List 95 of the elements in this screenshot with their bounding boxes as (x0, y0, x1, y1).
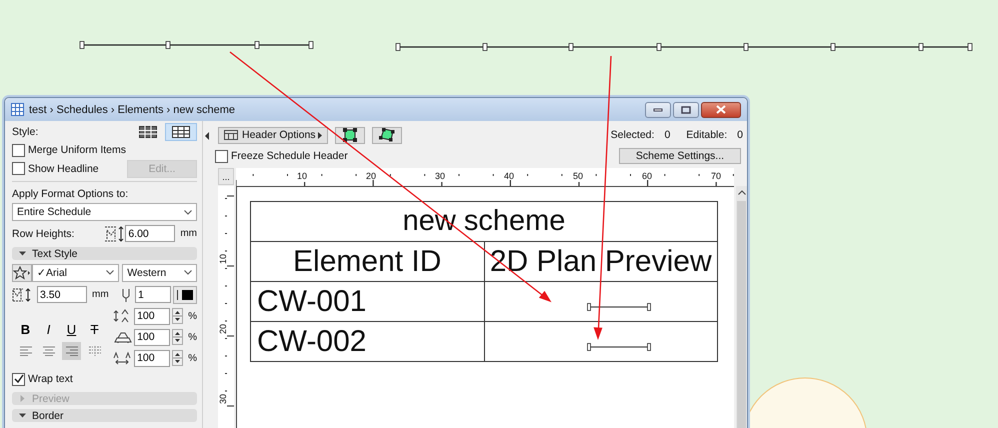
chevron-down-icon (184, 210, 192, 214)
minimize-button[interactable] (645, 102, 671, 118)
format-button[interactable]: U (62, 320, 81, 338)
align-icon (88, 346, 100, 356)
checkmark-icon (14, 374, 24, 384)
polygon-icon (379, 128, 395, 142)
table-cell: CW-002 (250, 322, 484, 362)
close-button[interactable] (701, 102, 741, 118)
ruler-label: 70 (711, 171, 722, 181)
collapse-arrow-icon[interactable] (205, 132, 210, 140)
ruler-label: 60 (642, 171, 652, 181)
spinner-button[interactable] (172, 350, 184, 366)
column-header: Element ID (250, 242, 484, 282)
ruler-label: 40 (504, 171, 514, 181)
ruler-label: 50 (573, 171, 584, 181)
percent-label: % (188, 332, 197, 342)
checkbox[interactable]: Merge Uniform Items (12, 141, 197, 159)
format-button[interactable]: I (39, 320, 58, 338)
minimize-icon (653, 108, 663, 112)
header-options-button[interactable]: Header Options (218, 126, 328, 144)
triangle-icon (19, 395, 26, 402)
selected-count: 0 (664, 129, 670, 141)
table-icon (224, 130, 238, 140)
spacing-field[interactable]: 100 (134, 350, 170, 366)
triangle-icon (19, 250, 26, 257)
square-icon (343, 128, 357, 142)
align-button[interactable] (62, 342, 81, 360)
format-button[interactable]: B (16, 320, 35, 338)
wall-drawing (587, 342, 652, 350)
color-swatch-icon (176, 288, 194, 300)
checkbox[interactable]: Wrap text (12, 370, 197, 388)
ruler-label: 30 (435, 171, 446, 181)
align-icon (66, 346, 78, 356)
spacing-icon (113, 351, 134, 365)
triangle-icon (19, 412, 26, 419)
pen-icon (121, 288, 131, 302)
style-label: Style: (12, 126, 38, 138)
editable-count: 0 (737, 129, 743, 141)
checkbox[interactable]: Show Headline (12, 162, 99, 175)
apply-label: Apply Format Options to: (12, 188, 128, 200)
unit-label: mm (180, 228, 197, 239)
spacing-icon (113, 330, 134, 344)
ruler-label: 10 (297, 171, 308, 181)
maximize-button[interactable] (673, 102, 699, 118)
favorites-button[interactable] (12, 264, 32, 282)
font-size-field[interactable]: 3.50 (37, 286, 87, 303)
pen-color-button[interactable] (173, 286, 197, 304)
ruler-label: 10 (218, 254, 228, 264)
unit-label: mm (92, 289, 109, 300)
select-shape-button[interactable] (335, 126, 365, 144)
align-icon (20, 346, 32, 356)
spacing-field[interactable]: 100 (134, 308, 170, 324)
table-style-button[interactable] (165, 123, 197, 141)
ruler-options-button[interactable]: ... (218, 168, 234, 185)
spacing-field[interactable]: 100 (134, 328, 170, 346)
row-height-field[interactable]: 6.00 (125, 225, 176, 242)
section-header[interactable]: Text Style (12, 247, 197, 260)
row-height-icon (104, 226, 124, 242)
percent-label: % (188, 352, 197, 364)
spinner-button[interactable] (172, 308, 184, 324)
ruler-label: 20 (218, 324, 228, 334)
spinner-arrows-icon (173, 309, 182, 323)
spinner-arrows-icon (173, 330, 182, 344)
checkbox[interactable]: Freeze Schedule Header (215, 150, 348, 162)
ruler-label: 20 (366, 171, 376, 181)
format-button[interactable]: T (85, 320, 104, 338)
chevron-down-icon (184, 270, 192, 275)
wall-drawing (587, 302, 652, 310)
row-heights-label: Row Heights: (12, 228, 74, 240)
maximize-icon (681, 106, 691, 114)
font-dropdown[interactable]: ✓Arial (32, 264, 120, 282)
window-title: test › Schedules › Elements › new scheme (29, 104, 236, 116)
select-nodes-button[interactable] (372, 126, 402, 144)
script-dropdown[interactable]: Western (122, 264, 197, 282)
table-icon (172, 126, 190, 138)
spinner-button[interactable] (172, 329, 184, 345)
close-icon (716, 105, 726, 114)
scheme-settings-button[interactable]: Scheme Settings... (619, 148, 741, 164)
editable-label: Editable: (686, 129, 728, 141)
spinner-arrows-icon (173, 351, 182, 365)
pen-field[interactable]: 1 (135, 286, 171, 303)
section-header[interactable]: Border (12, 409, 197, 422)
triangle-icon (318, 132, 322, 138)
star-icon (13, 266, 31, 280)
table-icon (139, 126, 157, 138)
ruler-label: 30 (218, 394, 228, 404)
scrollbar[interactable] (736, 186, 747, 428)
selected-label: Selected: (610, 129, 654, 141)
apply-dropdown[interactable]: Entire Schedule (12, 203, 197, 221)
chevron-down-icon (106, 270, 114, 275)
percent-label: % (188, 310, 197, 322)
table-cell: CW-001 (250, 282, 484, 322)
align-icon (42, 346, 54, 356)
chevron-up-icon[interactable] (738, 190, 746, 195)
grid-icon (11, 103, 24, 116)
